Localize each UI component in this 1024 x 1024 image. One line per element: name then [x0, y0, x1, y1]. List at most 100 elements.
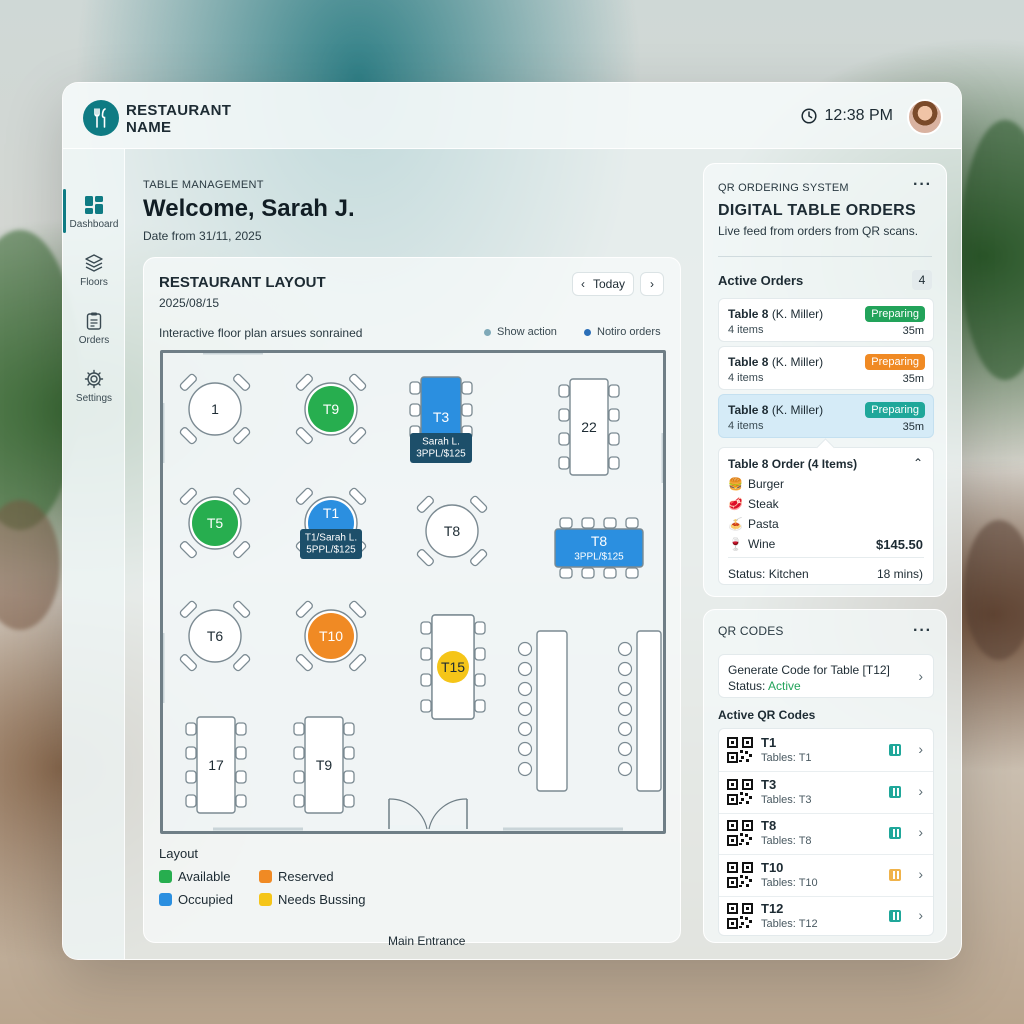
table-label: 1 — [211, 401, 219, 417]
chevron-left-icon[interactable]: ‹ — [581, 277, 585, 291]
chair — [474, 647, 486, 661]
bar-stool — [517, 761, 533, 777]
bar-stool — [517, 641, 533, 657]
chair — [179, 600, 197, 618]
next-day-button[interactable]: › — [640, 272, 664, 296]
pasta-icon: 🍝 — [728, 517, 743, 531]
generate-label: Generate Code for Table [T12] — [728, 663, 890, 677]
show-action-toggle[interactable]: Show action — [484, 326, 557, 338]
bar-stool — [517, 661, 533, 677]
qr-code-tables: Tables: T12 — [761, 918, 818, 931]
more-options-icon[interactable]: ··· — [913, 622, 932, 640]
qr-code-row[interactable]: T8 Tables: T8 › — [719, 812, 933, 856]
bar-stool — [617, 761, 633, 777]
chair — [179, 373, 197, 391]
qr-preview-icon[interactable] — [889, 785, 901, 798]
qr-code-icon — [727, 820, 753, 847]
chair — [416, 495, 434, 513]
chair — [185, 794, 197, 808]
qr-code-row[interactable]: T12 Tables: T12 › — [719, 895, 933, 935]
legend-label: Available — [178, 869, 231, 884]
chair — [233, 373, 251, 391]
panel-title: QR CODES — [718, 624, 784, 638]
chair — [608, 456, 620, 470]
layout-title: RESTAURANT LAYOUT — [159, 274, 326, 291]
user-avatar[interactable] — [907, 99, 943, 135]
panel-eyebrow: QR ORDERING SYSTEM — [718, 182, 849, 194]
chair — [185, 722, 197, 736]
sidebar-item-dashboard[interactable]: Dashboard — [63, 189, 125, 233]
bar-stool — [617, 661, 633, 677]
qr-code-tables: Tables: T1 — [761, 752, 812, 764]
order-items: 4 items — [728, 324, 764, 336]
floor-plan: 1 T9 T3 Sarah L. 3PPL/$125 22 T5 T1 T1/Sarah L. 5… — [160, 350, 666, 834]
chair — [420, 647, 432, 661]
chair — [608, 432, 620, 446]
order-card[interactable]: Table 8 (K. Miller) 4 items Preparing 35… — [718, 298, 934, 342]
welcome-header: TABLE MANAGEMENT Welcome, Sarah J. Date … — [143, 179, 355, 243]
qr-code-tables: Tables: T10 — [761, 876, 818, 889]
bar-stool — [617, 741, 633, 757]
chevron-right-icon: › — [918, 865, 923, 882]
order-detail: Table 8 Order (4 Items) ⌃ 🍔 Burger 🥩 Steak… — [718, 447, 934, 585]
toggle-dot-icon — [484, 328, 491, 336]
qr-preview-icon[interactable] — [889, 910, 901, 923]
qr-code-row[interactable]: T1 Tables: T1 › — [719, 729, 933, 772]
layout-date: 2025/08/15 — [159, 296, 220, 310]
chevron-up-icon[interactable]: ⌃ — [913, 456, 923, 470]
chair — [625, 517, 639, 529]
qr-code-tables: Tables: T3 — [761, 793, 812, 806]
clock: 12:38 PM — [800, 107, 893, 125]
sidebar-item-label: Floors — [80, 277, 108, 288]
chair — [558, 432, 570, 446]
qr-code-name: T12 — [761, 901, 784, 917]
chair — [416, 549, 434, 567]
door-swing — [388, 798, 428, 830]
chair — [295, 487, 313, 505]
restaurant-name: RESTAURANT NAME — [126, 102, 232, 136]
table-tag-text: T1/Sarah L. — [305, 533, 357, 544]
order-eta: 18 mins) — [876, 567, 923, 581]
sidebar-item-floors[interactable]: Floors — [63, 253, 125, 288]
chair — [233, 487, 251, 505]
table-label: T15 — [441, 659, 465, 675]
table-tag-text: 3PPL/$125 — [574, 552, 624, 563]
legend-item-reserved: Reserved — [259, 869, 389, 884]
chair — [233, 427, 251, 445]
layers-icon — [63, 253, 125, 273]
qr-code-name: T1 — [761, 735, 777, 750]
chair — [343, 794, 355, 808]
sidebar-item-settings[interactable]: Settings — [63, 369, 125, 404]
chair — [581, 517, 595, 529]
background-plant — [960, 120, 1024, 380]
chair — [349, 373, 367, 391]
chair — [559, 517, 573, 529]
chevron-right-icon: › — [918, 907, 923, 924]
legend-swatch — [159, 870, 172, 883]
qr-code-row[interactable]: T3 Tables: T3 › — [719, 771, 933, 814]
floor-plan-caption: Interactive floor plan arsues sonrained — [159, 326, 363, 340]
chair — [420, 699, 432, 713]
generate-qr-button[interactable]: Generate Code for Table [T12] Status: Ac… — [718, 654, 934, 698]
qr-preview-icon[interactable] — [889, 744, 901, 756]
bar-stool — [517, 741, 533, 757]
sidebar-item-orders[interactable]: Orders — [63, 311, 125, 346]
notify-orders-toggle[interactable]: Notiro orders — [584, 326, 661, 338]
order-items: 4 items — [728, 420, 764, 432]
today-button[interactable]: ‹ Today — [571, 272, 634, 296]
table-label: 17 — [208, 757, 224, 773]
more-options-icon[interactable]: ··· — [913, 176, 932, 194]
clock-icon — [800, 108, 817, 124]
chevron-right-icon: › — [918, 782, 923, 799]
qr-preview-icon[interactable] — [889, 827, 901, 840]
divider — [728, 557, 924, 558]
order-card-selected[interactable]: Table 8 (K. Miller) 4 items Preparing 35… — [718, 394, 934, 438]
qr-preview-icon[interactable] — [889, 868, 901, 881]
qr-code-tables: Tables: T8 — [761, 835, 812, 848]
bar-stool — [517, 721, 533, 737]
qr-code-row[interactable]: T10 Tables: T10 › — [719, 854, 933, 897]
status-legend: Layout Available Reserved Occupied Needs… — [159, 846, 389, 907]
order-card[interactable]: Table 8 (K. Miller) 4 items Preparing 35… — [718, 346, 934, 390]
chair — [233, 600, 251, 618]
legend-item-needs-bussing: Needs Bussing — [259, 892, 389, 907]
